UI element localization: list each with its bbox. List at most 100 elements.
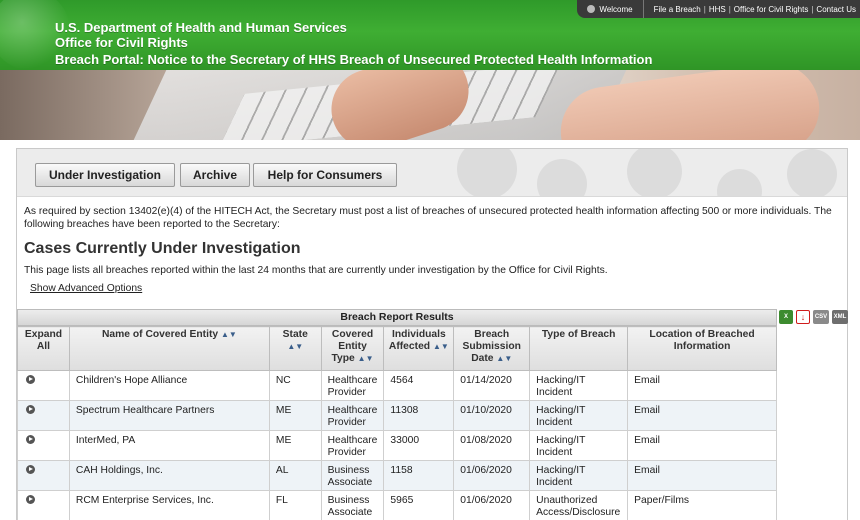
breach-type-cell: Hacking/IT Incident [529, 400, 629, 431]
show-advanced-options-link[interactable]: Show Advanced Options [30, 283, 142, 294]
breach-type-cell: Hacking/IT Incident [529, 370, 629, 401]
column-label: State [282, 329, 308, 340]
individuals-affected-cell: 33000 [383, 430, 455, 461]
results-title: Breach Report Results [17, 309, 777, 326]
table-row: Spectrum Healthcare Partners ME Healthca… [17, 400, 777, 431]
col-covered-entity-type[interactable]: Covered Entity Type ▲▼ [320, 326, 385, 371]
state-cell: FL [268, 490, 322, 520]
expand-cell [17, 400, 70, 431]
submission-date-cell: 01/06/2020 [453, 460, 531, 491]
location-cell: Email [627, 370, 777, 401]
welcome-area: Welcome [587, 0, 644, 18]
submission-date-cell: 01/10/2020 [453, 400, 531, 431]
entity-name-cell: Spectrum Healthcare Partners [68, 400, 270, 431]
department-name: U.S. Department of Health and Human Serv… [55, 20, 347, 35]
page-subtitle: This page lists all breaches reported wi… [24, 265, 608, 276]
welcome-label: Welcome [599, 4, 633, 14]
col-breach-submission-date[interactable]: Breach Submission Date ▲▼ [453, 326, 531, 371]
expand-row-icon[interactable] [26, 405, 35, 414]
link-separator: | [703, 4, 706, 14]
expand-row-icon[interactable] [26, 435, 35, 444]
col-state[interactable]: State ▲▼ [268, 326, 322, 371]
col-type-of-breach[interactable]: Type of Breach [529, 326, 629, 371]
entity-type-cell: Business Associate [320, 490, 385, 520]
state-cell: ME [268, 430, 322, 461]
col-name-of-covered-entity[interactable]: Name of Covered Entity ▲▼ [68, 326, 270, 371]
expand-row-icon[interactable] [26, 465, 35, 474]
tab-bar: Under Investigation Archive Help for Con… [17, 149, 847, 197]
tab-help-for-consumers[interactable]: Help for Consumers [253, 163, 397, 187]
column-label: Type of Breach [541, 329, 616, 340]
decorative-medical-icon [537, 159, 587, 196]
decorative-medical-icon [457, 149, 517, 196]
sort-icon: ▲▼ [357, 354, 374, 363]
col-location-of-breached-information[interactable]: Location of Breached Information [627, 326, 777, 371]
expand-cell [17, 460, 70, 491]
submission-date-cell: 01/06/2020 [453, 490, 531, 520]
table-row: CAH Holdings, Inc. AL Business Associate… [17, 460, 777, 491]
user-icon [587, 5, 596, 13]
location-cell: Email [627, 400, 777, 431]
breach-type-cell: Hacking/IT Incident [529, 460, 629, 491]
entity-type-cell: Healthcare Provider [320, 400, 385, 431]
location-cell: Email [627, 460, 777, 491]
table-row: RCM Enterprise Services, Inc. FL Busines… [17, 490, 777, 520]
csv-icon[interactable]: CSV [813, 310, 829, 324]
link-separator: | [811, 4, 814, 14]
table-row: InterMed, PA ME Healthcare Provider 3300… [17, 430, 777, 461]
breach-type-cell: Hacking/IT Incident [529, 430, 629, 461]
expand-row-icon[interactable] [26, 375, 35, 384]
entity-name-cell: InterMed, PA [68, 430, 270, 461]
individuals-affected-cell: 4564 [383, 370, 455, 401]
decorative-medical-icon [787, 149, 837, 196]
content-area: Under Investigation Archive Help for Con… [16, 148, 848, 520]
column-label: Name of Covered Entity [101, 329, 219, 340]
tab-under-investigation[interactable]: Under Investigation [35, 163, 175, 187]
state-cell: NC [268, 370, 322, 401]
sort-icon: ▲▼ [220, 330, 237, 339]
link-file-a-breach[interactable]: File a Breach [654, 5, 701, 14]
link-contact-us[interactable]: Contact Us [816, 5, 856, 14]
submission-date-cell: 01/14/2020 [453, 370, 531, 401]
table-row: Children's Hope Alliance NC Healthcare P… [17, 370, 777, 401]
excel-icon[interactable]: X [779, 310, 793, 324]
entity-name-cell: RCM Enterprise Services, Inc. [68, 490, 270, 520]
expand-cell [17, 370, 70, 401]
submission-date-cell: 01/08/2020 [453, 430, 531, 461]
tab-archive[interactable]: Archive [180, 163, 250, 187]
decorative-medical-icon [627, 149, 682, 196]
export-icons: X ↓ CSV XML [779, 310, 848, 324]
breach-type-cell: Unauthorized Access/Disclosure [529, 490, 629, 520]
expand-row-icon[interactable] [26, 495, 35, 504]
link-hhs[interactable]: HHS [709, 5, 726, 14]
top-utility-links: Welcome File a Breach | HHS | Office for… [577, 0, 860, 18]
column-label: Location of Breached Information [649, 329, 755, 352]
entity-type-cell: Healthcare Provider [320, 370, 385, 401]
portal-title: Breach Portal: Notice to the Secretary o… [55, 52, 653, 67]
column-label: Expand All [24, 329, 63, 352]
page-title: Cases Currently Under Investigation [24, 240, 301, 257]
col-individuals-affected[interactable]: Individuals Affected ▲▼ [383, 326, 455, 371]
location-cell: Email [627, 430, 777, 461]
entity-name-cell: Children's Hope Alliance [68, 370, 270, 401]
link-separator: | [728, 4, 731, 14]
sort-icon: ▲▼ [496, 354, 513, 363]
individuals-affected-cell: 5965 [383, 490, 455, 520]
xml-icon[interactable]: XML [832, 310, 848, 324]
state-cell: ME [268, 400, 322, 431]
individuals-affected-cell: 11308 [383, 400, 455, 431]
location-cell: Paper/Films [627, 490, 777, 520]
decorative-medical-icon [717, 169, 762, 196]
col-expand-all[interactable]: Expand All [17, 326, 70, 371]
entity-type-cell: Healthcare Provider [320, 430, 385, 461]
individuals-affected-cell: 1158 [383, 460, 455, 491]
sort-icon: ▲▼ [432, 342, 449, 351]
expand-cell [17, 490, 70, 520]
pdf-icon[interactable]: ↓ [796, 310, 810, 324]
link-office-for-civil-rights[interactable]: Office for Civil Rights [734, 5, 809, 14]
table-header-row: Expand All Name of Covered Entity ▲▼ Sta… [17, 326, 777, 371]
banner-photo [0, 70, 860, 140]
sort-icon: ▲▼ [287, 342, 304, 351]
state-cell: AL [268, 460, 322, 491]
entity-name-cell: CAH Holdings, Inc. [68, 460, 270, 491]
